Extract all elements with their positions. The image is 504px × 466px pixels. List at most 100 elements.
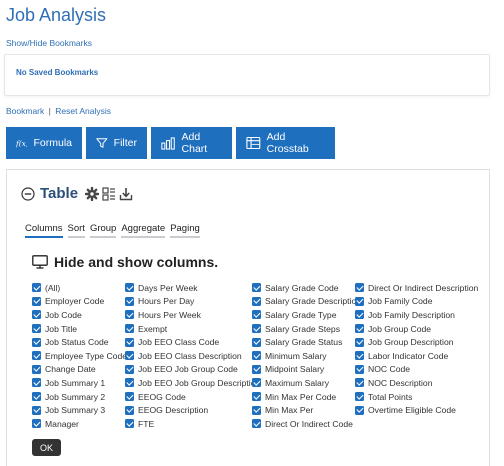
column-option[interactable]: EEOG Code <box>125 390 260 404</box>
column-checkbox[interactable] <box>32 337 41 347</box>
column-option[interactable]: Salary Grade Steps <box>252 322 361 336</box>
download-icon[interactable] <box>119 187 133 201</box>
column-option[interactable]: Maximum Salary <box>252 376 361 390</box>
column-checkbox[interactable] <box>125 419 134 429</box>
tab-aggregate[interactable]: Aggregate <box>121 223 166 238</box>
column-checkbox[interactable] <box>32 296 41 306</box>
column-checkbox[interactable] <box>125 310 134 320</box>
column-checkbox[interactable] <box>125 392 134 402</box>
column-checkbox[interactable] <box>125 324 134 334</box>
tab-group[interactable]: Group <box>89 223 117 238</box>
column-checkbox[interactable] <box>32 364 41 374</box>
column-checkbox[interactable] <box>252 296 261 306</box>
column-option[interactable]: NOC Description <box>355 376 478 390</box>
gear-icon[interactable] <box>85 186 100 201</box>
column-option[interactable]: Job Summary 1 <box>32 376 127 390</box>
column-option[interactable]: Job Group Description <box>355 335 478 349</box>
column-checkbox[interactable] <box>355 310 364 320</box>
column-option[interactable]: Min Max Per <box>252 403 361 417</box>
column-checkbox[interactable] <box>252 337 261 347</box>
bookmark-link[interactable]: Bookmark <box>6 106 44 116</box>
column-checkbox[interactable] <box>355 392 364 402</box>
column-checkbox[interactable] <box>125 378 134 388</box>
column-option[interactable]: Job EEO Job Group Description <box>125 376 260 390</box>
tab-sort[interactable]: Sort <box>67 223 85 238</box>
column-checkbox[interactable] <box>32 419 41 429</box>
collapse-icon[interactable] <box>21 186 35 201</box>
add-chart-button[interactable]: Add Chart <box>151 127 232 159</box>
column-option[interactable]: Direct Or Indirect Description <box>355 281 478 295</box>
column-option[interactable]: Job EEO Class Description <box>125 349 260 363</box>
column-checkbox[interactable] <box>252 364 261 374</box>
column-option[interactable]: Employer Code <box>32 295 127 309</box>
formula-button[interactable]: f(x) Formula <box>6 127 82 159</box>
column-option[interactable]: Job Code <box>32 308 127 322</box>
column-option[interactable]: Min Max Per Code <box>252 390 361 404</box>
column-checkbox[interactable] <box>32 405 41 415</box>
column-option[interactable]: Job EEO Job Group Code <box>125 363 260 377</box>
column-checkbox[interactable] <box>32 392 41 402</box>
column-checkbox[interactable] <box>125 351 134 361</box>
column-option[interactable]: Job Title <box>32 322 127 336</box>
column-checkbox[interactable] <box>125 283 134 293</box>
column-option[interactable]: Hours Per Week <box>125 308 260 322</box>
filter-button[interactable]: Filter <box>86 127 147 159</box>
column-option[interactable]: FTE <box>125 417 260 431</box>
show-hide-bookmarks-link[interactable]: Show/Hide Bookmarks <box>6 38 92 48</box>
column-checkbox[interactable] <box>252 405 261 415</box>
column-checkbox[interactable] <box>32 283 41 293</box>
column-option[interactable]: (All) <box>32 281 127 295</box>
column-checkbox[interactable] <box>125 337 134 347</box>
column-option[interactable]: Salary Grade Type <box>252 308 361 322</box>
column-option[interactable]: Manager <box>32 417 127 431</box>
column-option[interactable]: Days Per Week <box>125 281 260 295</box>
column-checkbox[interactable] <box>355 351 364 361</box>
tab-columns[interactable]: Columns <box>25 223 63 238</box>
column-option[interactable]: Employee Type Code <box>32 349 127 363</box>
column-checkbox[interactable] <box>252 419 261 429</box>
column-option[interactable]: Overtime Eligible Code <box>355 403 478 417</box>
column-checkbox[interactable] <box>125 364 134 374</box>
column-option[interactable]: Job Family Code <box>355 295 478 309</box>
column-checkbox[interactable] <box>252 351 261 361</box>
column-settings-icon[interactable] <box>102 186 116 201</box>
column-option[interactable]: Job Group Code <box>355 322 478 336</box>
column-checkbox[interactable] <box>355 378 364 388</box>
column-checkbox[interactable] <box>355 283 364 293</box>
column-checkbox[interactable] <box>32 378 41 388</box>
column-option[interactable]: Job Status Code <box>32 335 127 349</box>
column-checkbox[interactable] <box>125 405 134 415</box>
column-checkbox[interactable] <box>125 296 134 306</box>
column-checkbox[interactable] <box>252 324 261 334</box>
tab-paging[interactable]: Paging <box>170 223 200 238</box>
column-option[interactable]: Salary Grade Code <box>252 281 361 295</box>
column-option[interactable]: Change Date <box>32 363 127 377</box>
column-checkbox[interactable] <box>252 310 261 320</box>
column-option[interactable]: Job Summary 2 <box>32 390 127 404</box>
column-option[interactable]: Minimum Salary <box>252 349 361 363</box>
column-option[interactable]: Hours Per Day <box>125 295 260 309</box>
column-option[interactable]: Exempt <box>125 322 260 336</box>
column-option[interactable]: Job Family Description <box>355 308 478 322</box>
column-option[interactable]: Salary Grade Description <box>252 295 361 309</box>
column-option[interactable]: EEOG Description <box>125 403 260 417</box>
column-checkbox[interactable] <box>252 283 261 293</box>
column-checkbox[interactable] <box>252 378 261 388</box>
column-option[interactable]: Midpoint Salary <box>252 363 361 377</box>
column-checkbox[interactable] <box>252 392 261 402</box>
column-checkbox[interactable] <box>355 405 364 415</box>
column-checkbox[interactable] <box>355 337 364 347</box>
column-option[interactable]: Labor Indicator Code <box>355 349 478 363</box>
column-option[interactable]: Salary Grade Status <box>252 335 361 349</box>
column-checkbox[interactable] <box>355 296 364 306</box>
column-checkbox[interactable] <box>355 364 364 374</box>
column-checkbox[interactable] <box>32 351 41 361</box>
column-checkbox[interactable] <box>355 324 364 334</box>
add-crosstab-button[interactable]: Add Crosstab <box>236 127 335 159</box>
column-checkbox[interactable] <box>32 324 41 334</box>
column-option[interactable]: Total Points <box>355 390 478 404</box>
column-option[interactable]: NOC Code <box>355 363 478 377</box>
column-option[interactable]: Job Summary 3 <box>32 403 127 417</box>
column-option[interactable]: Job EEO Class Code <box>125 335 260 349</box>
reset-analysis-link[interactable]: Reset Analysis <box>55 106 111 116</box>
